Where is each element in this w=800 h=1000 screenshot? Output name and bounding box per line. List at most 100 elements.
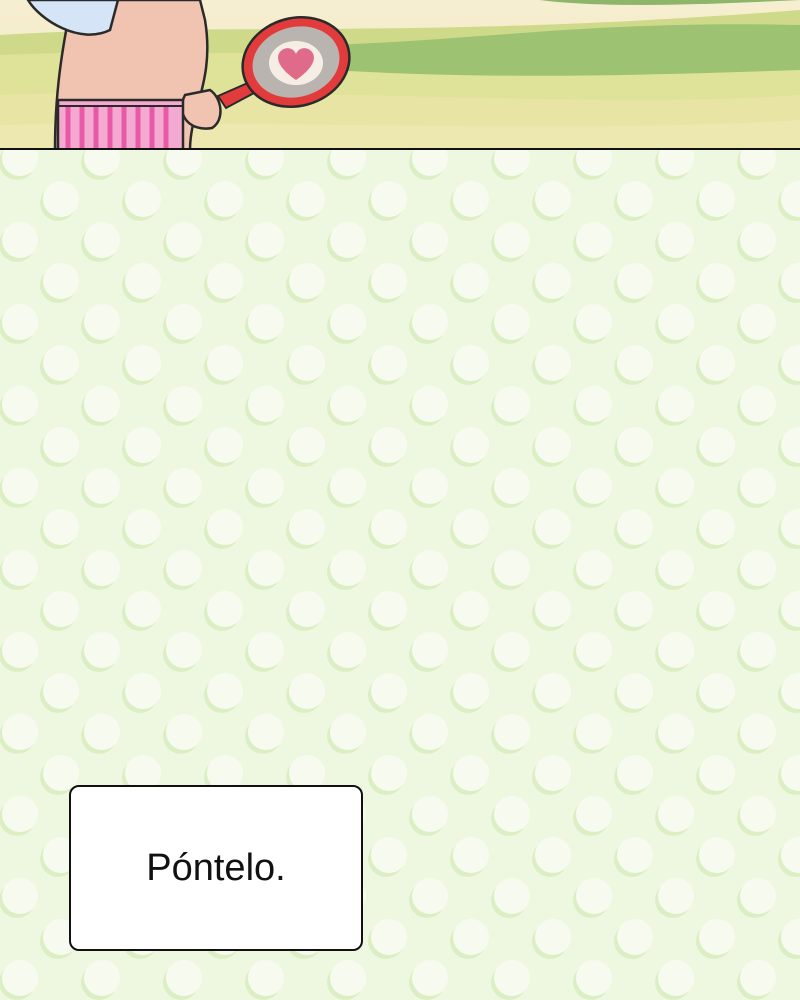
polka-dot — [125, 181, 161, 217]
polka-dot — [494, 550, 530, 586]
polka-dot — [740, 632, 776, 668]
polka-dot — [412, 222, 448, 258]
polka-dot — [699, 673, 735, 709]
polka-dot — [617, 509, 653, 545]
polka-dot — [617, 837, 653, 873]
polka-dot — [535, 673, 571, 709]
polka-dot — [576, 632, 612, 668]
polka-dot — [43, 591, 79, 627]
polka-dot — [494, 796, 530, 832]
polka-dot — [207, 345, 243, 381]
polka-dot — [248, 150, 284, 176]
polka-dot — [84, 632, 120, 668]
polka-dot — [576, 960, 612, 996]
polka-dot — [2, 714, 38, 750]
polka-dot — [535, 263, 571, 299]
polka-dot — [2, 304, 38, 340]
polka-dot — [699, 263, 735, 299]
polka-dot — [166, 222, 202, 258]
polka-dot — [535, 837, 571, 873]
polka-dot — [658, 386, 694, 422]
polka-dot — [84, 304, 120, 340]
polka-dot — [371, 673, 407, 709]
polka-dot — [453, 919, 489, 955]
polka-dot — [371, 509, 407, 545]
polka-dot — [535, 755, 571, 791]
polka-dot — [535, 181, 571, 217]
polka-dot — [617, 591, 653, 627]
polka-dot — [371, 263, 407, 299]
polka-dot — [412, 714, 448, 750]
polka-dot — [248, 632, 284, 668]
polka-dot — [371, 755, 407, 791]
polka-dot — [371, 181, 407, 217]
polka-dot — [453, 181, 489, 217]
polka-dot — [248, 386, 284, 422]
polka-dot — [289, 427, 325, 463]
polka-dot — [781, 181, 800, 217]
polka-dot — [658, 632, 694, 668]
polka-dot — [125, 427, 161, 463]
polka-dot — [699, 919, 735, 955]
polka-dot — [494, 714, 530, 750]
polka-dot — [740, 222, 776, 258]
polka-dot — [2, 150, 38, 176]
polka-dot — [371, 345, 407, 381]
polka-dot — [371, 591, 407, 627]
polka-dot — [576, 550, 612, 586]
polka-dot — [125, 509, 161, 545]
polka-dot — [289, 181, 325, 217]
top-illustration-panel — [0, 0, 800, 150]
polka-dot — [658, 796, 694, 832]
polka-dot — [453, 345, 489, 381]
polka-dot — [740, 150, 776, 176]
polka-dot — [412, 960, 448, 996]
polka-dot — [740, 550, 776, 586]
polka-dot — [43, 673, 79, 709]
polka-dot — [43, 181, 79, 217]
polka-dot — [330, 304, 366, 340]
polka-dot — [412, 386, 448, 422]
polka-dot — [494, 960, 530, 996]
polka-dot — [658, 150, 694, 176]
polka-dot — [207, 509, 243, 545]
polka-dot — [248, 714, 284, 750]
polka-dot — [494, 468, 530, 504]
polka-dot — [658, 222, 694, 258]
polka-dot — [166, 632, 202, 668]
polka-dot — [658, 714, 694, 750]
polka-dot — [84, 468, 120, 504]
polka-dot — [453, 263, 489, 299]
polka-dot — [740, 714, 776, 750]
polka-dot — [2, 796, 38, 832]
polka-dot — [740, 878, 776, 914]
polka-dot — [166, 386, 202, 422]
polka-dot — [412, 550, 448, 586]
polka-dot — [330, 150, 366, 176]
polka-dot — [330, 468, 366, 504]
polka-dot — [576, 304, 612, 340]
polka-dot — [576, 878, 612, 914]
polka-dot — [740, 386, 776, 422]
polka-dot — [576, 714, 612, 750]
polka-dot — [781, 509, 800, 545]
polka-dot — [330, 714, 366, 750]
polka-dot — [535, 345, 571, 381]
polka-dot — [412, 304, 448, 340]
polka-dot — [43, 263, 79, 299]
polka-dot — [453, 427, 489, 463]
polka-dot — [371, 427, 407, 463]
polka-dot — [576, 468, 612, 504]
polka-dot — [535, 509, 571, 545]
polka-dot — [2, 468, 38, 504]
polka-dot — [617, 755, 653, 791]
polka-dot — [330, 386, 366, 422]
polka-dot — [84, 960, 120, 996]
polka-dot — [43, 427, 79, 463]
polka-dot — [43, 345, 79, 381]
polka-dot — [740, 960, 776, 996]
polka-dot — [412, 796, 448, 832]
polka-dot — [699, 591, 735, 627]
polka-dot — [494, 150, 530, 176]
polka-dot — [289, 673, 325, 709]
